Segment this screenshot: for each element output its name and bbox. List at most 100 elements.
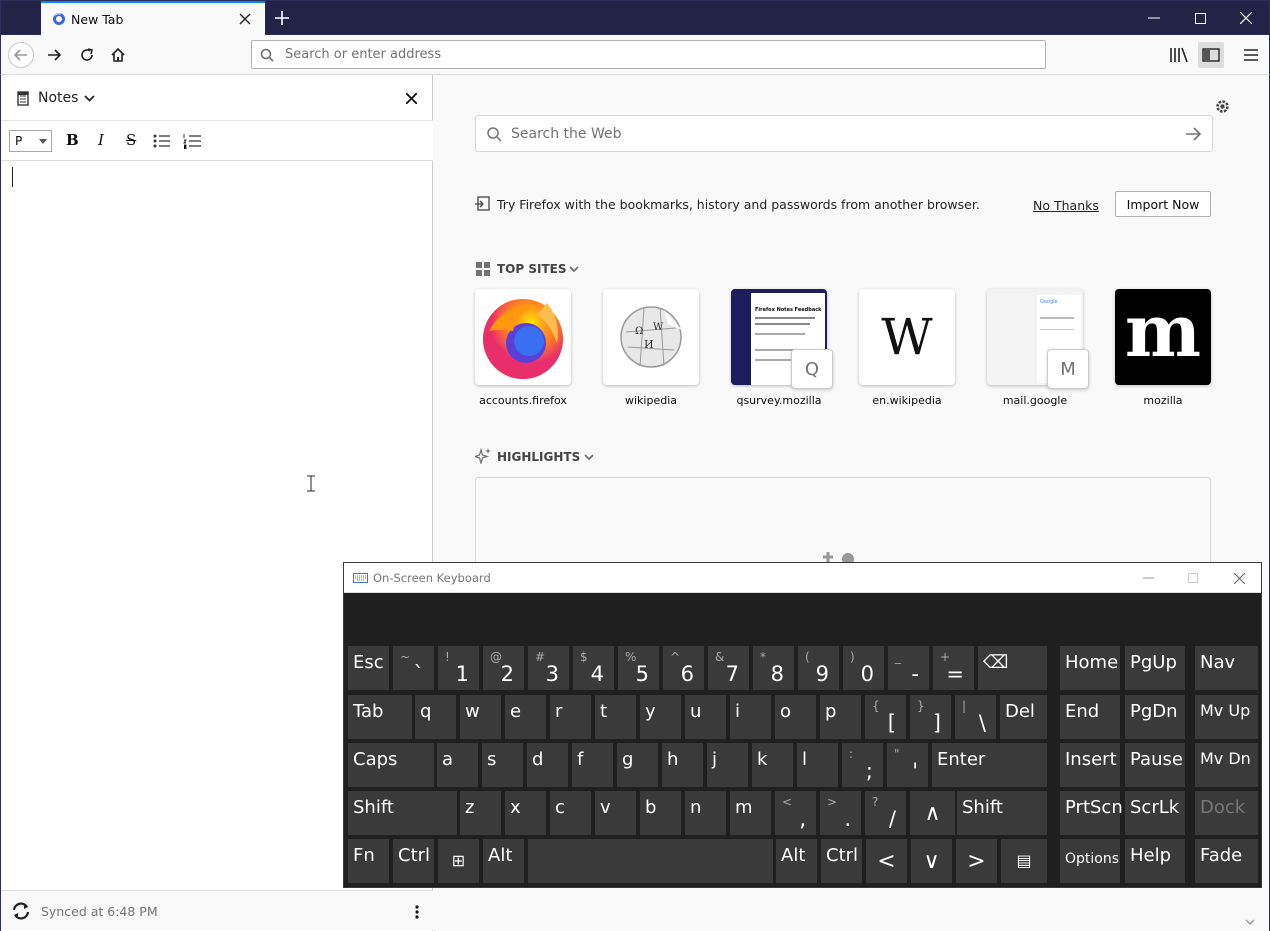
key-h[interactable]: h [662,743,703,787]
key-i[interactable]: i [730,695,771,739]
numbered-list-icon[interactable] [183,133,201,149]
key-l[interactable]: l [797,743,838,787]
key-/[interactable]: ? / [865,791,906,835]
key-2[interactable]: @2 [483,646,524,690]
key-w[interactable]: w [460,695,501,739]
chevron-down-icon[interactable] [568,264,580,274]
forward-arrow-icon[interactable] [44,45,64,65]
key-r[interactable]: r [550,695,591,739]
key-][interactable]: }] [910,695,951,739]
key-d[interactable]: d [527,743,568,787]
maximize-window-icon[interactable] [1190,8,1210,28]
key-,[interactable]: <, [775,791,816,835]
key-pgup[interactable]: PgUp [1125,646,1185,690]
key-p[interactable]: p [820,695,861,739]
key-del[interactable]: Del [1000,695,1047,739]
library-icon[interactable] [1168,44,1190,66]
key-scrlk[interactable]: ScrLk [1125,791,1185,835]
key-mv-dn[interactable]: Mv Dn [1195,743,1258,787]
web-search-box[interactable]: Search the Web [475,115,1213,152]
key-o[interactable]: o [775,695,816,739]
top-site-tile[interactable]: W en.wikipedia [859,289,955,407]
close-tab-icon[interactable] [237,11,253,27]
top-sites-title[interactable]: TOP SITES [497,262,567,276]
key-9[interactable]: (9 [798,646,839,690]
chevron-down-icon[interactable] [583,452,595,462]
key-k[interactable]: k [752,743,793,787]
close-sidebar-icon[interactable] [403,90,419,106]
key-t[interactable]: t [595,695,636,739]
key-⊞[interactable]: ⊞ [438,839,479,883]
key->[interactable]: > [956,839,997,883]
gear-icon[interactable] [1212,96,1232,116]
key-s[interactable]: s [482,743,523,787]
key-∨[interactable]: ∨ [911,839,952,883]
minimize-window-icon[interactable] [1144,8,1164,28]
key-=[interactable]: + = [933,646,974,690]
key-n[interactable]: n [685,791,726,835]
top-site-tile[interactable]: Google M mail.google [987,289,1089,407]
key-fade[interactable]: Fade [1195,839,1258,883]
key-[[interactable]: {[ [865,695,906,739]
top-site-tile[interactable]: m mozilla [1115,289,1211,407]
key-space[interactable] [528,839,773,883]
key-f[interactable]: f [572,743,613,787]
search-go-arrow-icon[interactable] [1183,125,1203,143]
key-e[interactable]: e [505,695,546,739]
import-now-button[interactable]: Import Now [1115,191,1211,217]
address-bar[interactable]: Search or enter address [251,40,1046,69]
key-`[interactable]: ~ ` [393,646,434,690]
key-z[interactable]: z [460,791,501,835]
highlights-title[interactable]: HIGHLIGHTS [497,450,580,464]
more-options-icon[interactable] [409,903,425,921]
key-u[interactable]: u [685,695,726,739]
key-m[interactable]: m [730,791,771,835]
key-alt[interactable]: Alt [483,839,524,883]
key-q[interactable]: q [415,695,456,739]
key-nav[interactable]: Nav [1195,646,1258,690]
key-b[interactable]: b [640,791,681,835]
key-y[interactable]: y [640,695,681,739]
sync-icon[interactable] [10,901,32,921]
chevron-down-icon[interactable] [82,91,96,105]
menu-hamburger-icon[interactable] [1240,44,1262,66]
key-options[interactable]: Options [1060,839,1120,883]
key-fn[interactable]: Fn [348,839,389,883]
key-4[interactable]: $4 [573,646,614,690]
new-tab-plus-icon[interactable] [272,8,292,28]
key-pgdn[interactable]: PgDn [1125,695,1185,739]
key-prtscn[interactable]: PrtScn [1060,791,1123,835]
key-shift[interactable]: Shift [348,791,457,835]
key-8[interactable]: * 8 [753,646,794,690]
key-end[interactable]: End [1060,695,1120,739]
key-dock[interactable]: Dock [1195,791,1258,835]
key-.[interactable]: >. [820,791,861,835]
home-icon[interactable] [108,45,128,65]
key-'[interactable]: " ' [887,743,928,787]
key-alt[interactable]: Alt [776,839,817,883]
back-arrow-icon[interactable] [8,42,34,68]
scroll-down-arrow-icon[interactable] [1243,915,1257,929]
key-mv-up[interactable]: Mv Up [1195,695,1258,739]
key-x[interactable]: x [505,791,546,835]
key-\[interactable]: | \ [955,695,996,739]
key-c[interactable]: c [550,791,591,835]
key--[interactable]: _ - [888,646,929,690]
italic-button[interactable]: I [98,131,104,149]
key-help[interactable]: Help [1125,839,1185,883]
key-insert[interactable]: Insert [1060,743,1120,787]
key-7[interactable]: & 7 [708,646,749,690]
key-ctrl[interactable]: Ctrl [393,839,434,883]
key-6[interactable]: ^ 6 [663,646,704,690]
sidebar-toggle-icon[interactable] [1198,42,1224,68]
key-enter[interactable]: Enter [932,743,1047,787]
bullet-list-icon[interactable] [152,133,170,149]
key-⌫[interactable]: ⌫ [978,646,1047,690]
key-∧[interactable]: ∧ [910,791,955,835]
key-esc[interactable]: Esc [348,646,389,690]
reload-icon[interactable] [77,45,97,65]
top-site-tile[interactable]: accounts.firefox [475,289,571,407]
key-▤[interactable]: ▤ [1001,839,1047,883]
bold-button[interactable]: B [66,131,79,149]
no-thanks-link[interactable]: No Thanks [1033,198,1099,213]
